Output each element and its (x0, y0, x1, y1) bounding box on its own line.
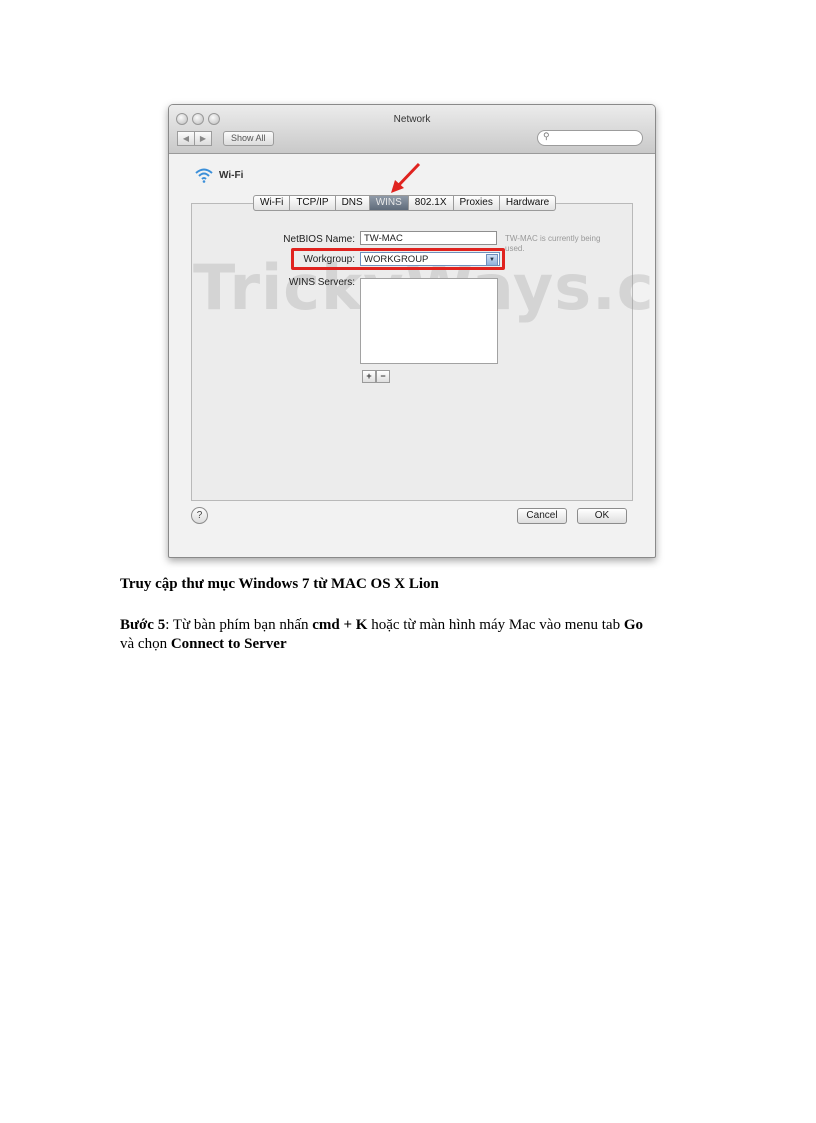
tab-dns[interactable]: DNS (335, 195, 370, 211)
netbios-name-field[interactable]: TW-MAC (360, 231, 497, 245)
tab-8021x[interactable]: 802.1X (408, 195, 454, 211)
ok-button[interactable]: OK (577, 508, 627, 524)
netbios-hint: TW-MAC is currently being used. (505, 234, 601, 253)
search-input[interactable]: ⚲ (537, 130, 643, 146)
command-text: Connect to Server (170, 636, 287, 652)
wins-servers-list[interactable] (360, 278, 498, 364)
tab-hardware[interactable]: Hardware (499, 195, 557, 211)
tab-tcpip[interactable]: TCP/IP (290, 195, 336, 211)
add-server-button[interactable]: + (362, 370, 376, 383)
step-paragraph: Bước 5: Từ bàn phím bạn nhấn cmd + K hoặ… (120, 616, 700, 654)
figure-caption: Truy cập thư mục Windows 7 từ MAC OS X L… (120, 576, 439, 592)
search-icon: ⚲ (543, 131, 550, 141)
show-all-button[interactable]: Show All (223, 131, 274, 146)
shortcut-text: cmd + K (312, 617, 368, 633)
window-title: Network (393, 114, 431, 125)
tab-wins[interactable]: WINS (369, 195, 409, 211)
tab-bar: Wi-Fi TCP/IP DNS WINS 802.1X Proxies Har… (253, 195, 557, 211)
step-text-3: và chọn (120, 636, 171, 652)
help-button[interactable]: ? (191, 507, 208, 524)
step-label: Bước 5 (120, 617, 166, 633)
window-titlebar: Network ◀ ▶ Show All ⚲ (169, 105, 655, 154)
step-text-1: : Từ bàn phím bạn nhấn (165, 617, 313, 633)
tab-proxies[interactable]: Proxies (453, 195, 500, 211)
interface-label: Wi-Fi (219, 169, 244, 181)
network-preferences-screenshot: Network ◀ ▶ Show All ⚲ Wi-Fi Wi-Fi TCP/I… (168, 104, 656, 558)
netbios-name-label: NetBIOS Name: (283, 234, 355, 245)
forward-arrow-icon[interactable]: ▶ (195, 131, 212, 146)
step-text-2: hoặc từ màn hình máy Mac vào menu tab (367, 617, 624, 633)
red-arrow-icon (391, 162, 421, 193)
tab-wifi[interactable]: Wi-Fi (253, 195, 291, 211)
wins-servers-label: WINS Servers: (288, 277, 355, 288)
wifi-icon (195, 168, 213, 183)
interface-header: Wi-Fi (195, 167, 243, 183)
menu-text: Go (623, 617, 644, 633)
remove-server-button[interactable]: − (376, 370, 390, 383)
cancel-button[interactable]: Cancel (517, 508, 567, 524)
highlight-box (291, 248, 505, 270)
history-nav: ◀ ▶ (177, 131, 212, 146)
back-arrow-icon[interactable]: ◀ (177, 131, 195, 146)
